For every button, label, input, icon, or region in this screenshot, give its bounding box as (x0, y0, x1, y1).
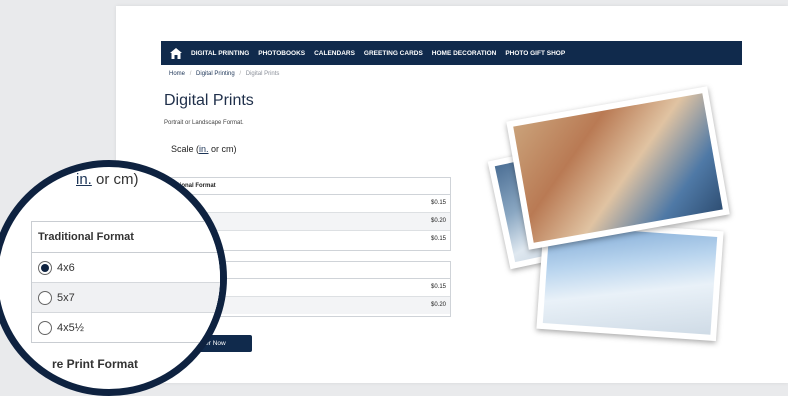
option-label: 5x7 (57, 291, 75, 304)
breadcrumb-home[interactable]: Home (169, 71, 185, 77)
option-label: 4x5½ (57, 321, 84, 334)
magnifier-overlay: in. or cm) Traditional Format 4x6 5x7 4x… (0, 160, 227, 396)
scale-label: Scale (in. or cm) (171, 144, 237, 154)
breadcrumb-separator: / (239, 71, 242, 77)
option-row-5x7[interactable]: 5x7 (32, 283, 220, 313)
table-header: aditional Format (161, 178, 450, 195)
scale-unit-link[interactable]: in. (199, 144, 209, 154)
price: $0.20 (430, 218, 446, 224)
radio-selected-icon[interactable] (38, 260, 52, 275)
price: $0.15 (430, 236, 446, 242)
page-subtitle: Portrait or Landscape Format. (164, 120, 244, 126)
option-label: 4x6 (57, 261, 75, 274)
breadcrumb-current: Digital Prints (245, 71, 280, 77)
radio-icon[interactable] (38, 290, 52, 305)
magnified-scale-unit[interactable]: in. (76, 171, 92, 188)
nav-photo-gift-shop[interactable]: PHOTO GIFT SHOP (505, 50, 565, 57)
scale-prefix: Scale ( (171, 144, 200, 154)
breadcrumb-digital-printing[interactable]: Digital Printing (196, 71, 235, 77)
nav-photobooks[interactable]: PHOTOBOOKS (258, 50, 305, 57)
magnified-table-header: Traditional Format (32, 222, 220, 253)
price: $0.15 (430, 284, 446, 290)
price: $0.15 (430, 200, 446, 206)
magnified-section-label: re Print Format (52, 357, 139, 371)
breadcrumb: Home / Digital Printing / Digital Prints (169, 71, 282, 77)
radio-icon[interactable] (38, 320, 52, 335)
nav-home-decoration[interactable]: HOME DECORATION (432, 50, 497, 57)
magnified-format-table: Traditional Format 4x6 5x7 4x5½ (31, 221, 220, 343)
page-title: Digital Prints (164, 92, 254, 109)
home-icon[interactable] (170, 47, 182, 59)
nav-digital-printing[interactable]: DIGITAL PRINTING (191, 50, 249, 57)
option-row-4x6[interactable]: 4x6 (32, 253, 220, 283)
main-nav: DIGITAL PRINTING PHOTOBOOKS CALENDARS GR… (161, 41, 742, 65)
option-row-4x5-half[interactable]: 4x5½ (32, 313, 220, 342)
magnified-scale-label: in. or cm) (76, 171, 139, 188)
scale-suffix: or cm) (208, 144, 237, 154)
breadcrumb-separator: / (189, 71, 192, 77)
nav-greeting-cards[interactable]: GREETING CARDS (364, 50, 423, 57)
nav-calendars[interactable]: CALENDARS (314, 50, 355, 57)
price: $0.20 (430, 302, 446, 308)
magnified-scale-suffix: or cm) (91, 171, 139, 188)
